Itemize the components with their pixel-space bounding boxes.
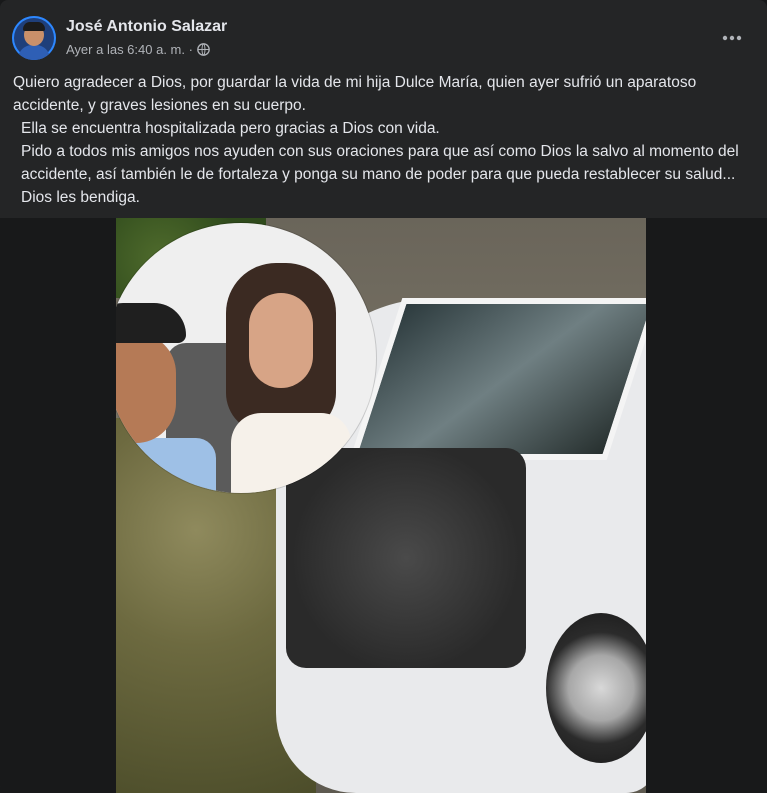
- post-meta: Ayer a las 6:40 a. m. ·: [66, 42, 210, 57]
- post-paragraph-3: Pido a todos mis amigos nos ayuden con s…: [21, 143, 739, 206]
- avatar-hair: [23, 22, 45, 31]
- man-face: [116, 333, 176, 443]
- post-paragraph-1: Quiero agradecer a Dios, por guardar la …: [13, 74, 697, 114]
- post-photo[interactable]: [116, 218, 646, 793]
- girl-face: [249, 293, 313, 388]
- post-paragraph-2: Ella se encuentra hospitalizada pero gra…: [21, 120, 440, 137]
- globe-icon: [197, 43, 210, 56]
- man-shirt: [116, 438, 216, 493]
- author-avatar[interactable]: [12, 16, 56, 60]
- avatar-body: [18, 45, 50, 60]
- girl-top: [231, 413, 351, 493]
- author-name[interactable]: José Antonio Salazar: [66, 18, 227, 36]
- post-media: [0, 218, 767, 793]
- more-horizontal-icon[interactable]: [717, 26, 747, 50]
- post-timestamp[interactable]: Ayer a las 6:40 a. m. ·: [66, 42, 193, 57]
- post-text: Quiero agradecer a Dios, por guardar la …: [13, 71, 755, 209]
- car-wheel: [546, 613, 646, 763]
- shattered-windshield: [349, 298, 646, 460]
- post-header: José Antonio Salazar Ayer a las 6:40 a. …: [12, 14, 755, 64]
- man-cap: [116, 303, 186, 343]
- inset-circle-photo: [116, 223, 376, 493]
- facebook-post: José Antonio Salazar Ayer a las 6:40 a. …: [0, 0, 767, 793]
